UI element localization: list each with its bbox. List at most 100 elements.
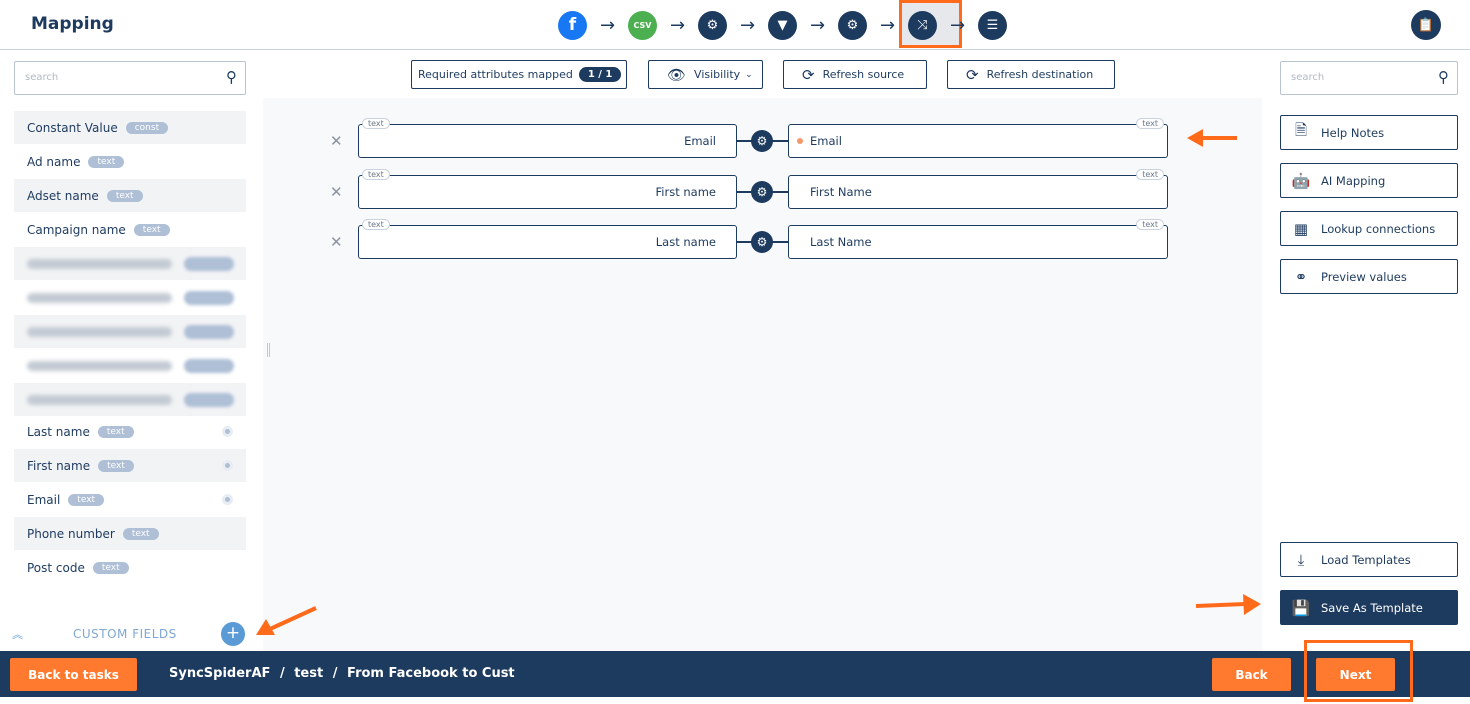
mapping-canvas: Required attributes mapped 1 / 1 👁 Visib… xyxy=(263,51,1262,651)
source-field[interactable]: text Email xyxy=(358,118,737,158)
source-field[interactable]: text Last name xyxy=(358,219,737,259)
type-badge: text xyxy=(98,459,134,472)
lookup-connections-button[interactable]: ▦ Lookup connections xyxy=(1280,211,1458,246)
attribute-label: Post code xyxy=(27,560,85,575)
app-root: Mapping f → CSV → ⚙ → ▼ → ⚙ → ⤨ → ☰ 📋 se… xyxy=(0,0,1470,704)
search-icon: ⚲ xyxy=(1438,68,1449,86)
breadcrumb-separator: / xyxy=(332,666,338,681)
redacted-text xyxy=(27,394,172,405)
type-badge: text xyxy=(97,425,134,438)
document-icon: 🗎 xyxy=(1294,121,1308,139)
source-field-value: Email xyxy=(684,134,716,148)
source-search-input[interactable]: search ⚲ xyxy=(14,61,246,95)
annotation-arrow-icon xyxy=(256,606,317,635)
back-to-tasks-button[interactable]: Back to tasks xyxy=(10,658,137,691)
gear-icon[interactable]: ⚙ xyxy=(751,130,773,152)
back-button[interactable]: Back xyxy=(1212,658,1291,691)
attribute-label: Campaign name xyxy=(27,222,126,237)
type-tag: text xyxy=(362,169,390,180)
filter-step-icon[interactable]: ▼ xyxy=(768,10,797,40)
source-field-value: Last name xyxy=(655,235,716,249)
download-icon: ⤓ xyxy=(1297,550,1305,569)
attribute-item[interactable]: Ad name text xyxy=(14,145,246,178)
source-attributes-panel: search ⚲ Constant Value const Ad name te… xyxy=(0,51,263,651)
refresh-icon: ⟳ xyxy=(802,65,815,84)
redacted-text xyxy=(27,360,172,371)
refresh-destination-button[interactable]: ⟳ Refresh destination xyxy=(947,60,1115,89)
blurred-attribute-item[interactable] xyxy=(14,247,246,280)
help-notes-button[interactable]: 🗎 Help Notes xyxy=(1280,115,1458,150)
step-arrow-icon: → xyxy=(949,14,966,36)
attribute-label: Last name xyxy=(27,424,90,439)
resize-handle[interactable] xyxy=(267,343,270,357)
destination-search-input[interactable]: search ⚲ xyxy=(1280,61,1458,95)
blurred-attribute-item[interactable] xyxy=(14,383,246,416)
attribute-label: Constant Value xyxy=(27,120,118,135)
breadcrumb-project[interactable]: test xyxy=(294,666,323,681)
required-attributes-status: Required attributes mapped 1 / 1 xyxy=(411,60,627,89)
attribute-item[interactable]: Last name text xyxy=(14,415,246,448)
settings-step-icon[interactable]: ⚙ xyxy=(698,10,727,40)
breadcrumb-task: From Facebook to Cust xyxy=(347,666,515,681)
facebook-step-icon[interactable]: f xyxy=(558,10,587,40)
attribute-label: Ad name xyxy=(27,154,81,169)
attribute-item[interactable]: Post code text xyxy=(14,551,246,584)
type-badge: text xyxy=(88,155,125,168)
remove-mapping-icon[interactable]: ✕ xyxy=(330,233,343,251)
refresh-source-button[interactable]: ⟳ Refresh source xyxy=(783,60,927,89)
destination-field[interactable]: text First Name xyxy=(788,169,1168,209)
save-as-template-button[interactable]: 💾 Save As Template xyxy=(1280,590,1458,625)
attribute-item[interactable]: First name text xyxy=(14,449,246,482)
gear-icon[interactable]: ⚙ xyxy=(751,231,773,253)
custom-fields-section[interactable]: ︽ CUSTOM FIELDS + xyxy=(0,620,263,650)
redacted-text xyxy=(27,258,172,269)
blurred-attribute-item[interactable] xyxy=(14,281,246,314)
type-badge: text xyxy=(68,493,105,506)
mapped-indicator-icon xyxy=(222,460,233,471)
csv-step-icon[interactable]: CSV xyxy=(628,10,657,40)
annotation-arrow-icon xyxy=(1195,594,1261,615)
breadcrumb-user[interactable]: SyncSpiderAF xyxy=(169,666,270,681)
settings-step-icon-2[interactable]: ⚙ xyxy=(838,10,867,40)
clipboard-icon[interactable]: 📋 xyxy=(1411,10,1441,40)
attribute-item[interactable]: Phone number text xyxy=(14,517,246,550)
blurred-attribute-item[interactable] xyxy=(14,315,246,348)
redacted-badge xyxy=(184,358,234,373)
redacted-badge xyxy=(184,324,234,339)
destination-field[interactable]: text Email xyxy=(788,118,1168,158)
required-indicator-icon xyxy=(797,138,803,144)
type-badge: text xyxy=(122,527,159,540)
type-badge: text xyxy=(92,561,129,574)
refresh-destination-label: Refresh destination xyxy=(986,68,1094,81)
double-chevron-up-icon[interactable]: ︽ xyxy=(12,626,23,642)
next-button-highlight xyxy=(1304,640,1413,702)
mapped-indicator-icon xyxy=(222,426,233,437)
gear-icon[interactable]: ⚙ xyxy=(751,181,773,203)
visibility-dropdown[interactable]: 👁 Visibility ⌄ xyxy=(648,60,763,89)
search-placeholder: search xyxy=(25,72,59,83)
mapping-step-icon[interactable]: ⤨ xyxy=(908,10,937,40)
ai-mapping-button[interactable]: 🤖 AI Mapping xyxy=(1280,163,1458,198)
remove-mapping-icon[interactable]: ✕ xyxy=(330,183,343,201)
load-templates-button[interactable]: ⤓ Load Templates xyxy=(1280,542,1458,577)
eye-icon: 👁 xyxy=(667,65,687,84)
destination-field[interactable]: text Last Name xyxy=(788,219,1168,259)
robot-icon: 🤖 xyxy=(1291,171,1311,190)
blurred-attribute-item[interactable] xyxy=(14,349,246,382)
attribute-item[interactable]: Constant Value const xyxy=(14,111,246,144)
binoculars-icon: ⚭ xyxy=(1294,267,1308,286)
add-custom-field-button[interactable]: + xyxy=(221,622,245,646)
attribute-label: First name xyxy=(27,458,91,473)
attribute-item[interactable]: Adset name text xyxy=(14,179,246,212)
attribute-item[interactable]: Email text xyxy=(14,483,246,516)
preview-values-button[interactable]: ⚭ Preview values xyxy=(1280,259,1458,294)
type-tag: text xyxy=(1136,219,1164,230)
source-field[interactable]: text First name xyxy=(358,169,737,209)
step-arrow-icon: → xyxy=(739,14,756,36)
mapped-indicator-icon xyxy=(222,494,233,505)
sliders-step-icon[interactable]: ☰ xyxy=(978,10,1007,40)
type-badge: text xyxy=(133,223,170,236)
step-arrow-icon: → xyxy=(809,14,826,36)
remove-mapping-icon[interactable]: ✕ xyxy=(330,132,343,150)
attribute-item[interactable]: Campaign name text xyxy=(14,213,246,246)
